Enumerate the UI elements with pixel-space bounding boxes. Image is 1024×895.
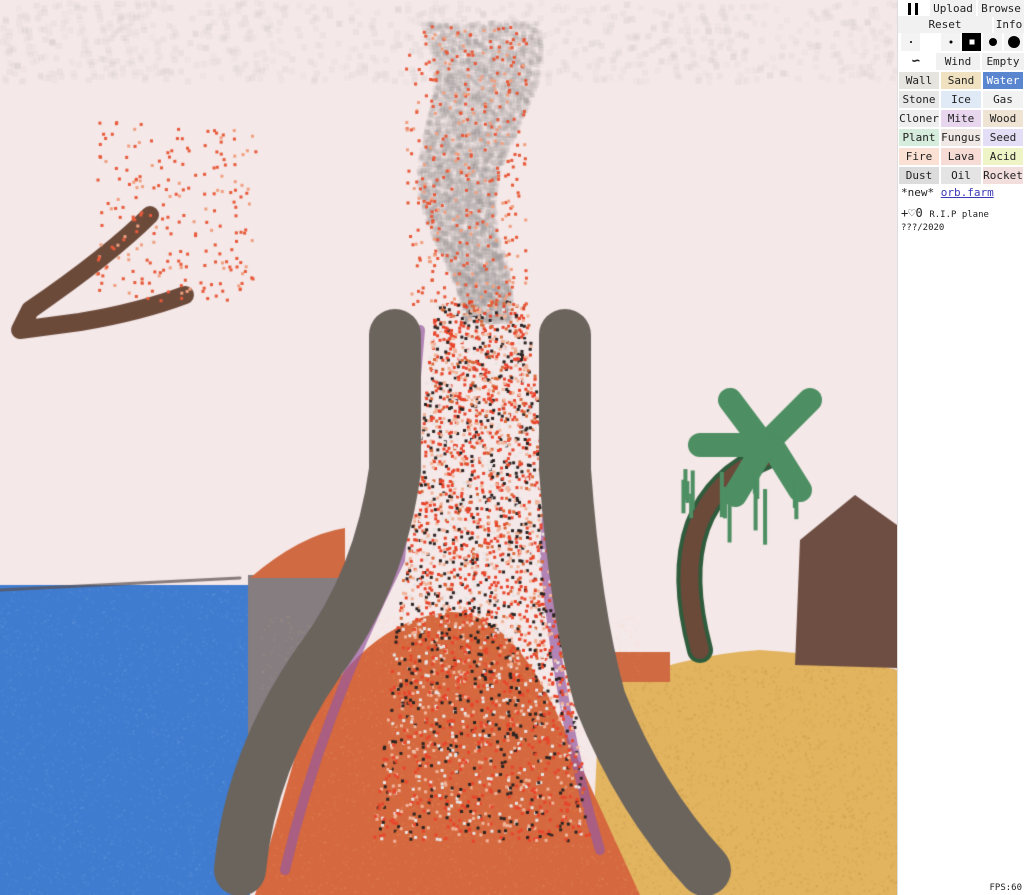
element-button-mite[interactable]: Mite bbox=[941, 110, 981, 127]
brush-size-4[interactable] bbox=[983, 33, 1002, 51]
wind-button[interactable]: Wind bbox=[936, 53, 980, 70]
browse-button[interactable]: Browse bbox=[978, 0, 1024, 17]
wind-curve-icon[interactable]: ∽ bbox=[898, 53, 934, 70]
element-button-stone[interactable]: Stone bbox=[899, 91, 939, 108]
element-button-wall[interactable]: Wall bbox=[899, 72, 939, 89]
element-button-plant[interactable]: Plant bbox=[899, 129, 939, 146]
element-button-seed[interactable]: Seed bbox=[983, 129, 1023, 146]
like-button[interactable]: +♡0 bbox=[901, 206, 923, 220]
brush-dot-icon bbox=[1007, 36, 1020, 48]
element-button-lava[interactable]: Lava bbox=[941, 148, 981, 165]
sandbox-canvas[interactable] bbox=[0, 0, 897, 895]
control-panel: Upload Browse Reset Info ∽ Wind Empty Wa… bbox=[897, 0, 1024, 895]
reset-button[interactable]: Reset bbox=[898, 16, 992, 33]
element-button-wood[interactable]: Wood bbox=[983, 110, 1023, 127]
brush-dot-icon bbox=[969, 39, 974, 45]
element-button-fungus[interactable]: Fungus bbox=[941, 129, 981, 146]
orb-farm-link[interactable]: orb.farm bbox=[941, 186, 994, 199]
post-date: ???/2020 bbox=[901, 223, 945, 233]
upload-button[interactable]: Upload bbox=[930, 0, 976, 17]
brush-size-3[interactable] bbox=[962, 33, 981, 51]
pause-icon bbox=[908, 3, 918, 15]
brush-dot-icon bbox=[909, 41, 912, 43]
brush-size-1[interactable] bbox=[901, 33, 920, 51]
element-button-cloner[interactable]: Cloner bbox=[899, 110, 939, 127]
feed-post: +♡0 R.I.P plane bbox=[901, 206, 989, 220]
info-button[interactable]: Info bbox=[994, 16, 1024, 33]
post-title[interactable]: R.I.P plane bbox=[929, 210, 989, 220]
feed-new-line: *new* orb.farm bbox=[901, 186, 994, 199]
element-button-fire[interactable]: Fire bbox=[899, 148, 939, 165]
element-button-acid[interactable]: Acid bbox=[983, 148, 1023, 165]
new-tag: *new* bbox=[901, 186, 935, 199]
element-button-sand[interactable]: Sand bbox=[941, 72, 981, 89]
element-button-dust[interactable]: Dust bbox=[899, 167, 939, 184]
pause-button[interactable] bbox=[898, 0, 928, 17]
brush-size-5[interactable] bbox=[1004, 33, 1023, 51]
fps-counter: FPS:60 bbox=[989, 883, 1022, 893]
empty-button[interactable]: Empty bbox=[982, 53, 1024, 70]
brush-size-2[interactable] bbox=[941, 33, 960, 51]
element-button-oil[interactable]: Oil bbox=[941, 167, 981, 184]
brush-dot-icon bbox=[949, 40, 952, 44]
element-button-gas[interactable]: Gas bbox=[983, 91, 1023, 108]
element-button-ice[interactable]: Ice bbox=[941, 91, 981, 108]
element-button-water[interactable]: Water bbox=[983, 72, 1023, 89]
element-button-rocket[interactable]: Rocket bbox=[983, 167, 1023, 184]
brush-dot-icon bbox=[988, 38, 997, 46]
